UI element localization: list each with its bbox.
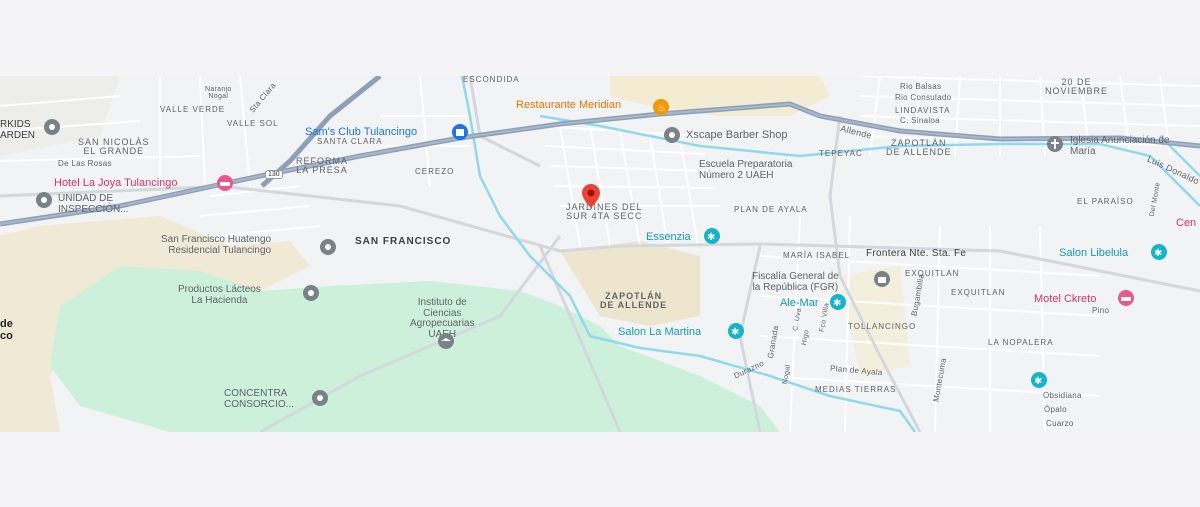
hood-maria-isabel: MARÍA ISABEL <box>783 251 851 260</box>
svg-text:✱: ✱ <box>1154 248 1162 259</box>
government-icon <box>874 271 890 287</box>
hood-plan-de-ayala: PLAN DE AYALA <box>734 205 808 214</box>
hood-medias-tierras: MEDIAS TIERRAS <box>815 385 897 394</box>
poi-san-francisco-huatengo[interactable]: San Francisco Huatengo Residencial Tulanc… <box>161 234 271 256</box>
poi-escuela-preparatoria[interactable]: Escuela Preparatoria Número 2 UAEH <box>699 159 792 181</box>
place-left-edge-partial: de co <box>0 318 13 342</box>
hood-tollancingo: TOLLANCINGO <box>848 322 917 331</box>
hood-reforma: REFORMA LA PRESA <box>296 156 348 176</box>
hood-tepeyac: TEPEYAC <box>819 149 863 158</box>
poi-unidad-inspeccion[interactable]: UNIDAD DE INSPECCIÓN... <box>58 193 129 215</box>
business-icon <box>312 390 328 406</box>
svg-text:✱: ✱ <box>707 232 715 243</box>
poi-motel-ckreto[interactable]: Motel Ckreto <box>1034 294 1096 305</box>
hood-lindavista: LINDAVISTA <box>895 106 951 115</box>
street-c-sinaloa: C. Sinaloa <box>900 116 940 125</box>
school-icon <box>44 119 60 135</box>
route-shield: 130 <box>265 170 283 179</box>
poi-fiscalia[interactable]: Fiscalía General de la República (FGR) <box>752 271 839 293</box>
poi-concentra[interactable]: CONCENTRA CONSORCIO... <box>224 388 294 410</box>
street-opalo: Ópalo <box>1044 405 1067 414</box>
street-rio-consulado: Rio Consulado <box>895 93 952 102</box>
hood-santa-clara: SANTA CLARA <box>317 137 383 146</box>
salon-icon: ✱ <box>728 323 744 339</box>
hood-valle-verde: VALLE VERDE <box>160 105 226 114</box>
street-de-las-rosas: De Las Rosas <box>58 159 112 168</box>
street-cuarzo: Cuarzo <box>1046 419 1074 428</box>
map-canvas[interactable]: 130 SAN FRANCISCO ZAPOTLÁN DE ALLENDE ESC… <box>0 76 1200 432</box>
salon-icon-3: ✱ <box>1031 372 1047 388</box>
poi-ale-mar[interactable]: Ale-Mar <box>780 298 819 309</box>
church-icon <box>1047 136 1063 152</box>
svg-text:✱: ✱ <box>833 298 841 309</box>
area-zapotlan: ZAPOTLÁN DE ALLENDE <box>600 291 668 311</box>
hood-valle-sol: VALLE SOL <box>227 119 279 128</box>
salon-icon-2: ✱ <box>1151 244 1167 260</box>
hood-san-nicolas: SAN NICOLÁS EL GRANDE <box>78 137 150 157</box>
street-naranjo-nogal: Naranjo Nogal <box>205 86 232 101</box>
hood-exquitlan-2: EXQUITLAN <box>951 288 1006 297</box>
poi-cen-partial[interactable]: Cen <box>1176 218 1196 229</box>
hood-20-de-noviembre: 20 DE NOVIEMBRE <box>1045 77 1109 97</box>
street-obsidiana: Obsidiana <box>1043 391 1082 400</box>
poi-hotel-la-joya[interactable]: Hotel La Joya Tulancingo <box>54 178 178 189</box>
street-pino: Pino <box>1092 306 1110 315</box>
poi-sams-club[interactable]: Sam's Club Tulancingo <box>305 127 417 138</box>
poi-kids-garden[interactable]: RKIDS ARDEN <box>0 119 35 141</box>
hood-el-paraiso: EL PARAÍSO <box>1077 197 1134 206</box>
street-frontera: Frontera Nte. Sta. Fe <box>866 248 967 259</box>
residential-icon <box>320 239 336 255</box>
svg-text:✱: ✱ <box>731 327 739 338</box>
street-rio-balsas: Rio Balsas <box>900 82 942 91</box>
hood-escondida: ESCONDIDA <box>463 76 520 84</box>
poi-restaurante-meridian[interactable]: Restaurante Meridian <box>516 100 621 111</box>
poi-essenzia[interactable]: Essenzia <box>646 232 691 243</box>
barber-icon <box>664 127 680 143</box>
spa-icon: ✱ <box>704 228 720 244</box>
hotel-icon <box>217 175 233 191</box>
motel-icon <box>1118 290 1134 306</box>
hood-cerezo: CEREZO <box>415 167 455 176</box>
hood-la-nopalera: LA NOPALERA <box>988 338 1054 347</box>
hood-exquitlan-1: EXQUITLAN <box>905 269 960 278</box>
location-marker-icon[interactable] <box>582 184 600 213</box>
store-icon <box>303 285 319 301</box>
svg-text:✱: ✱ <box>1034 376 1042 387</box>
restaurant-icon: ♨ <box>653 99 669 115</box>
poi-productos-lacteos[interactable]: Productos Lácteos La Hacienda <box>178 284 261 306</box>
svg-text:♨: ♨ <box>657 103 666 114</box>
university-icon <box>438 333 454 349</box>
hood-jardines: JARDINES DEL SUR 4TA SECC <box>566 202 643 222</box>
hood-zapotlan-de-allende: ZAPOTLÁN DE ALLENDE <box>886 138 952 158</box>
poi-iglesia-anunciacion[interactable]: Iglesia Anunciación de María <box>1070 135 1170 157</box>
poi-salon-libelula[interactable]: Salon Libelula <box>1059 248 1128 259</box>
shopping-icon <box>452 124 468 140</box>
poi-salon-la-martina[interactable]: Salon La Martina <box>618 327 701 338</box>
office-icon <box>36 192 52 208</box>
poi-xscape-barber[interactable]: Xscape Barber Shop <box>686 130 788 141</box>
beauty-icon: ✱ <box>830 294 846 310</box>
area-san-francisco: SAN FRANCISCO <box>355 236 452 247</box>
